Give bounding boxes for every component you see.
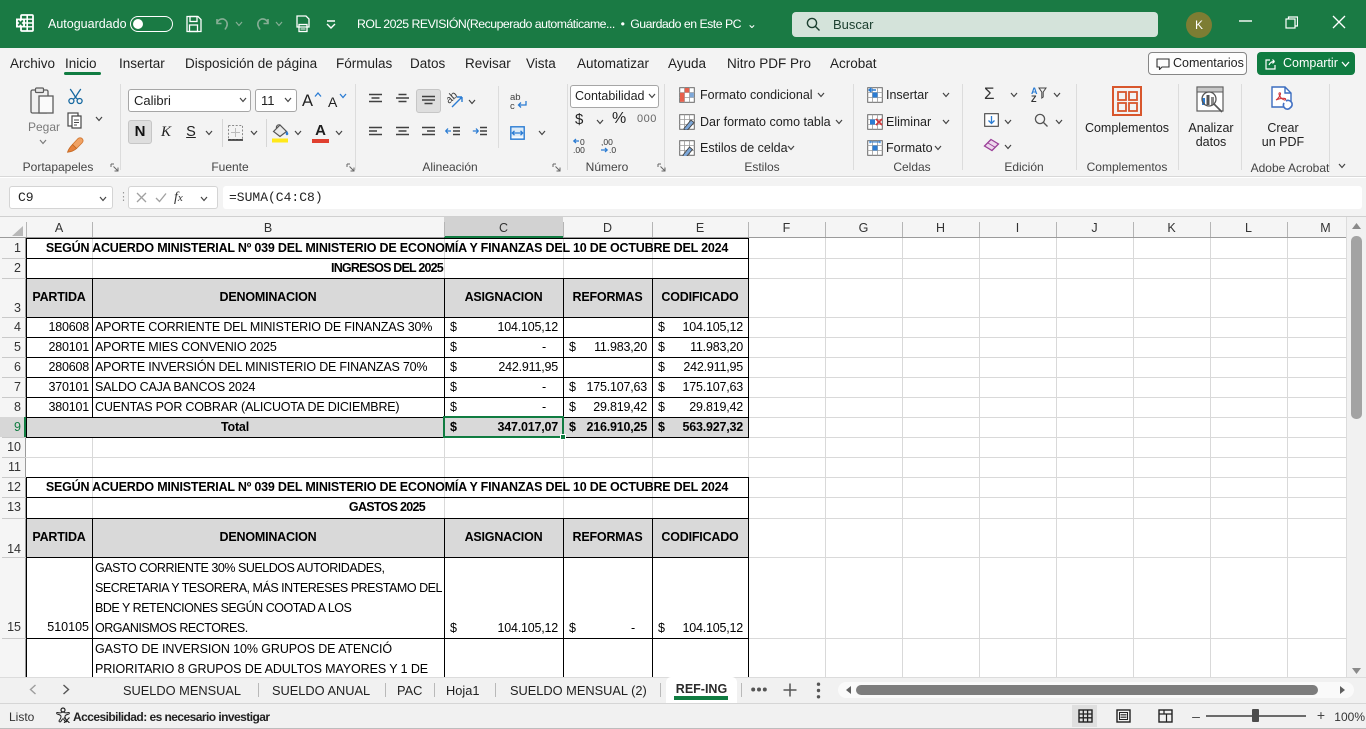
svg-text:,0: ,0 [609, 145, 616, 153]
svg-text:Z: Z [1031, 94, 1037, 102]
svg-text:,00: ,00 [573, 145, 585, 153]
svg-text:c: c [510, 101, 515, 110]
svg-text:ab: ab [447, 92, 460, 106]
